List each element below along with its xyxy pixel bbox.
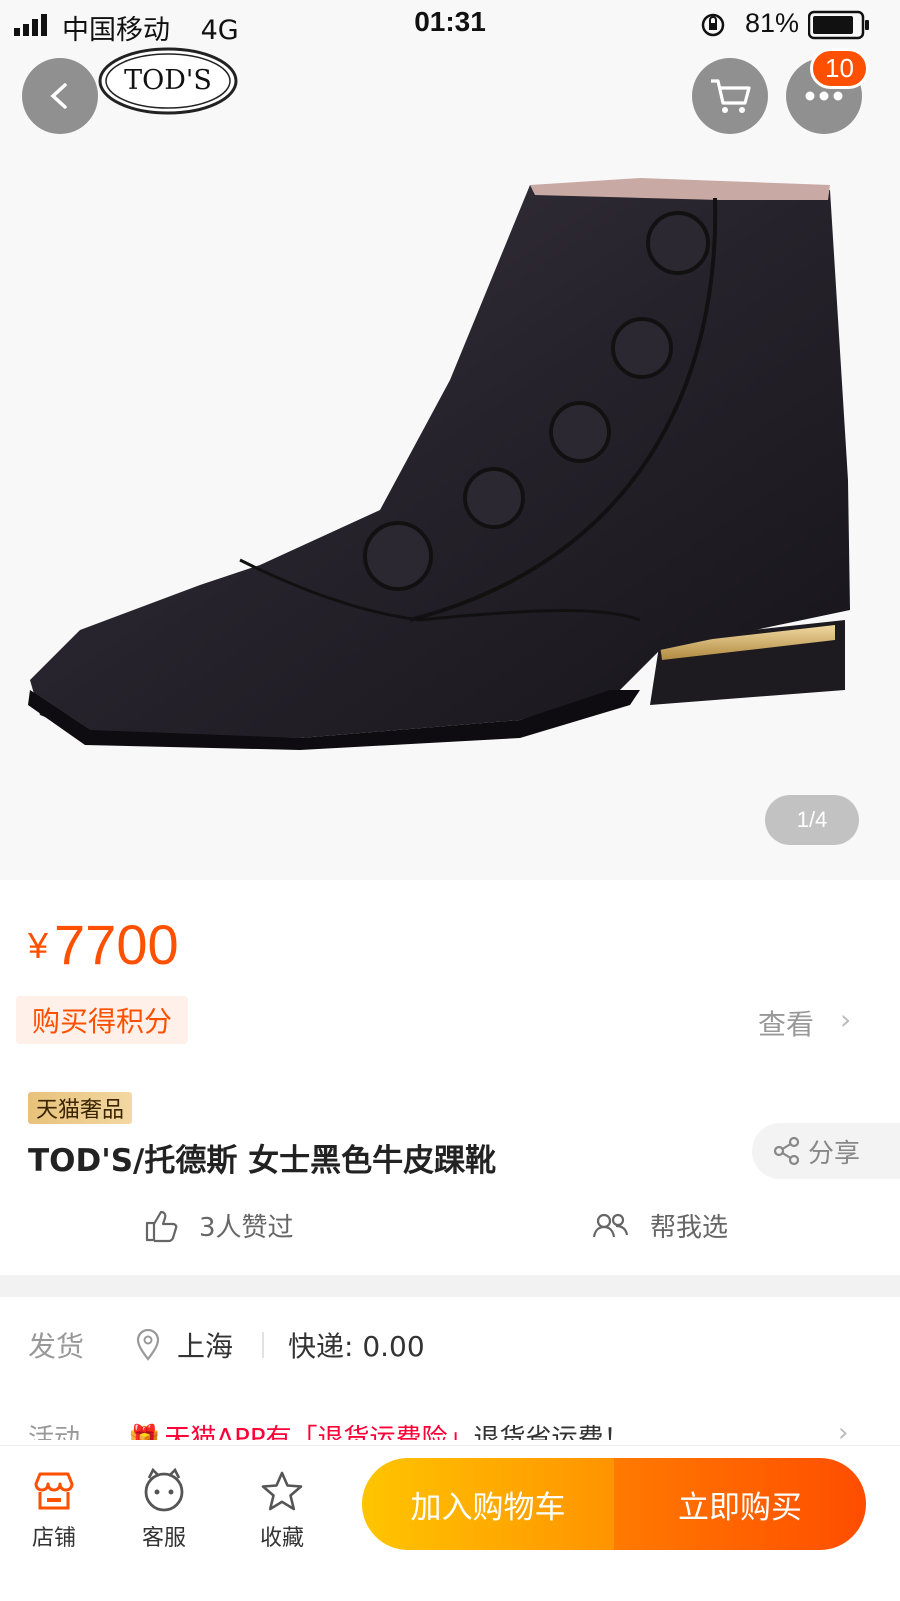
status-bar: 中国移动 4G 01:31 81% [0, 0, 900, 50]
store-icon [34, 1472, 74, 1510]
shipping-origin[interactable]: 上海 [135, 1325, 233, 1365]
share-label: 分享 [808, 1138, 861, 1169]
promotion-rest: 退货省运费！ [473, 1424, 630, 1440]
share-button[interactable]: 分享 [752, 1123, 900, 1179]
product-photo-ankle-boot [28, 178, 850, 750]
price-block: ¥7700 [28, 912, 179, 977]
customer-service-icon [144, 1468, 184, 1512]
shopping-cart-icon [711, 79, 751, 113]
customer-service-label: 客服 [141, 1526, 186, 1551]
tmall-luxury-tag: 天猫奢品 [28, 1092, 133, 1124]
battery-percentage: 81% [745, 8, 800, 38]
shipping-label: 发货 [28, 1330, 85, 1363]
customer-service-tab[interactable]: 客服 [124, 1462, 204, 1552]
favorite-tab[interactable]: 收藏 [242, 1462, 322, 1552]
promotion-highlight: 天猫APP有「退货运费险」 [164, 1424, 474, 1440]
buy-now-button[interactable]: 立即购买 [614, 1458, 866, 1550]
share-icon [773, 1136, 800, 1166]
image-pager-indicator: 1/4 [765, 795, 859, 845]
store-tab[interactable]: 店铺 [14, 1462, 94, 1552]
activity-label: 活动 [28, 1424, 81, 1440]
favorite-label: 收藏 [259, 1526, 304, 1551]
cart-button[interactable] [692, 58, 768, 134]
message-count-badge: 10 [810, 48, 869, 89]
currency-symbol: ¥ [28, 925, 49, 966]
price-amount: 7700 [54, 913, 179, 976]
star-icon [261, 1471, 303, 1511]
add-to-cart-button[interactable]: 加入购物车 [362, 1458, 614, 1550]
product-title: TOD'S/托德斯 女士黑色牛皮踝靴 [28, 1143, 497, 1179]
rotation-lock-icon [701, 13, 725, 37]
product-image-gallery[interactable] [0, 0, 900, 880]
divider [262, 1332, 264, 1358]
likes-button[interactable]: 3人赞过 [143, 1207, 294, 1244]
gift-icon: 🎁 [128, 1424, 161, 1440]
svg-text:TOD'S: TOD'S [124, 65, 212, 96]
help-me-choose-button[interactable]: 帮我选 [592, 1207, 728, 1244]
section-divider [0, 1275, 900, 1297]
promotion-text: 🎁 天猫APP有「退货运费险」退货省运费！ [128, 1418, 630, 1440]
thumbs-up-icon [145, 1210, 178, 1242]
view-points-link[interactable]: 查看 [758, 1003, 814, 1043]
people-icon [592, 1213, 629, 1237]
chevron-right-icon: › [840, 1003, 852, 1036]
location-pin-icon [136, 1329, 160, 1361]
promotion-row[interactable]: 活动 🎁 天猫APP有「退货运费险」退货省运费！ › [0, 1418, 900, 1440]
brand-logo: TOD'S [98, 47, 238, 115]
store-label: 店铺 [31, 1526, 76, 1551]
shipping-city: 上海 [177, 1330, 234, 1363]
earn-points-tag: 购买得积分 [16, 996, 189, 1044]
likes-text: 3人赞过 [199, 1213, 294, 1243]
chevron-right-icon: › [838, 1418, 849, 1440]
battery-icon [808, 10, 869, 40]
shipping-fee: 快递: 0.00 [288, 1330, 425, 1363]
help-me-choose-text: 帮我选 [650, 1213, 729, 1243]
more-dots-icon [805, 91, 843, 101]
